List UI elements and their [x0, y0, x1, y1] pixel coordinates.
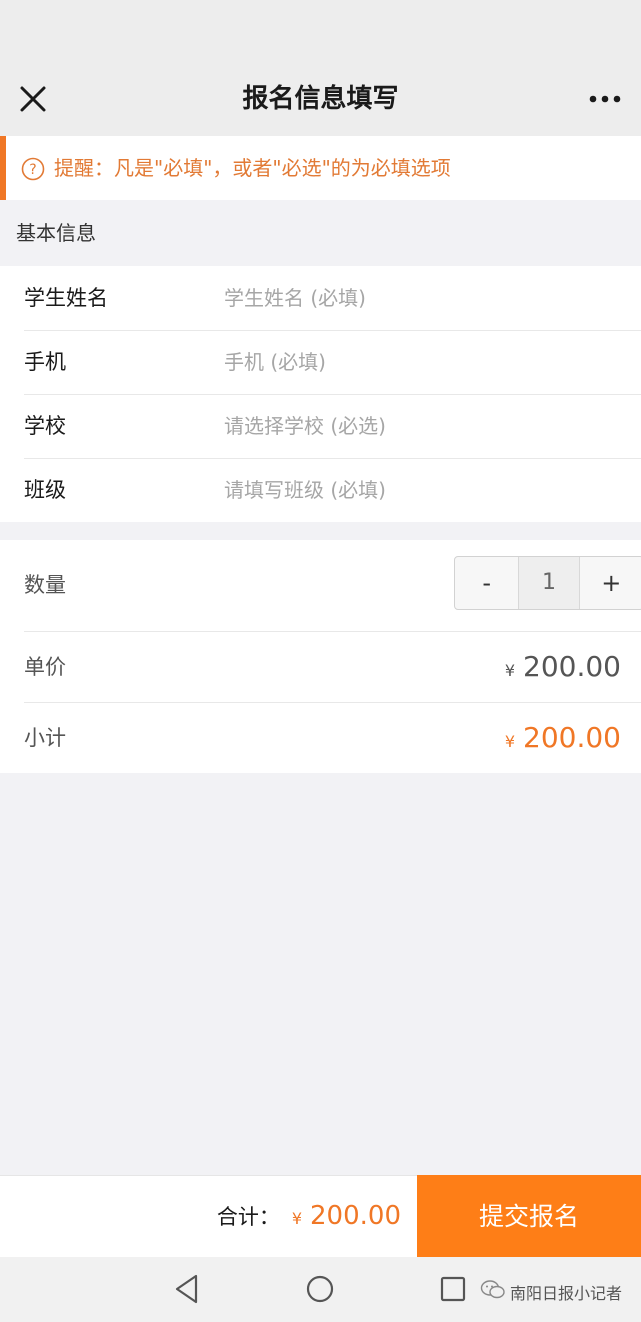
watermark: 南阳日报小记者: [480, 1279, 622, 1305]
form-row-school: 学校: [24, 394, 641, 459]
school-label: 学校: [24, 414, 66, 438]
bottom-bar: 合计： ¥200.00 提交报名: [0, 1175, 641, 1257]
subtotal-row: 小计 ¥200.00: [24, 703, 641, 773]
notice-banner: ? 提醒：凡是"必填"，或者"必选"的为必填选项: [0, 136, 641, 200]
subtotal-label: 小计: [24, 726, 66, 750]
total-label: 合计：: [216, 1205, 280, 1229]
form-row-class: 班级: [24, 458, 641, 522]
svg-text:?: ?: [29, 162, 36, 178]
unit-price-label: 单价: [24, 655, 66, 679]
page-title: 报名信息填写: [242, 84, 399, 114]
currency-symbol: ¥: [504, 661, 516, 680]
currency-symbol: ¥: [291, 1209, 303, 1228]
student-name-input[interactable]: [224, 278, 624, 318]
notice-text: 提醒：凡是"必填"，或者"必选"的为必填选项: [54, 156, 451, 180]
quantity-row: 数量 - 1 +: [24, 540, 641, 632]
section-header-basic-info: 基本信息: [0, 201, 641, 265]
wechat-icon: [480, 1279, 506, 1305]
status-bar: [0, 0, 641, 62]
student-name-label: 学生姓名: [24, 286, 108, 310]
basic-info-form: 学生姓名 手机 学校 班级: [0, 266, 641, 522]
phone-label: 手机: [24, 350, 66, 374]
unit-price-row: 单价 ¥200.00: [24, 632, 641, 703]
decrement-button[interactable]: -: [455, 557, 518, 609]
watermark-text: 南阳日报小记者: [510, 1284, 623, 1303]
system-nav-bar: 南阳日报小记者: [0, 1257, 641, 1322]
class-input[interactable]: [224, 470, 624, 510]
class-label: 班级: [24, 478, 66, 502]
total-amount: 200.00: [310, 1201, 401, 1231]
total-summary: 合计： ¥200.00: [217, 1176, 401, 1259]
recents-square-icon[interactable]: [440, 1276, 466, 1306]
currency-symbol: ¥: [504, 732, 516, 751]
more-icon[interactable]: [585, 84, 625, 114]
quantity-value[interactable]: 1: [518, 557, 580, 609]
submit-button[interactable]: 提交报名: [417, 1175, 641, 1257]
back-triangle-icon[interactable]: [172, 1273, 202, 1309]
subtotal-amount: 200.00: [523, 721, 621, 754]
increment-button[interactable]: +: [580, 557, 641, 609]
question-circle-icon: ?: [21, 157, 45, 181]
subtotal-value: ¥200.00: [505, 703, 621, 777]
nav-bar: 报名信息填写: [0, 62, 641, 136]
quantity-stepper: - 1 +: [454, 556, 641, 610]
form-row-student-name: 学生姓名: [24, 266, 641, 331]
section-title: 基本信息: [16, 221, 96, 245]
phone-input[interactable]: [224, 342, 624, 382]
form-row-phone: 手机: [24, 330, 641, 395]
order-summary: 数量 - 1 + 单价 ¥200.00 小计 ¥200.00: [0, 540, 641, 773]
school-select[interactable]: [224, 406, 624, 446]
home-circle-icon[interactable]: [305, 1274, 335, 1308]
unit-price-amount: 200.00: [523, 650, 621, 683]
quantity-label: 数量: [24, 573, 66, 597]
unit-price-value: ¥200.00: [505, 632, 621, 706]
